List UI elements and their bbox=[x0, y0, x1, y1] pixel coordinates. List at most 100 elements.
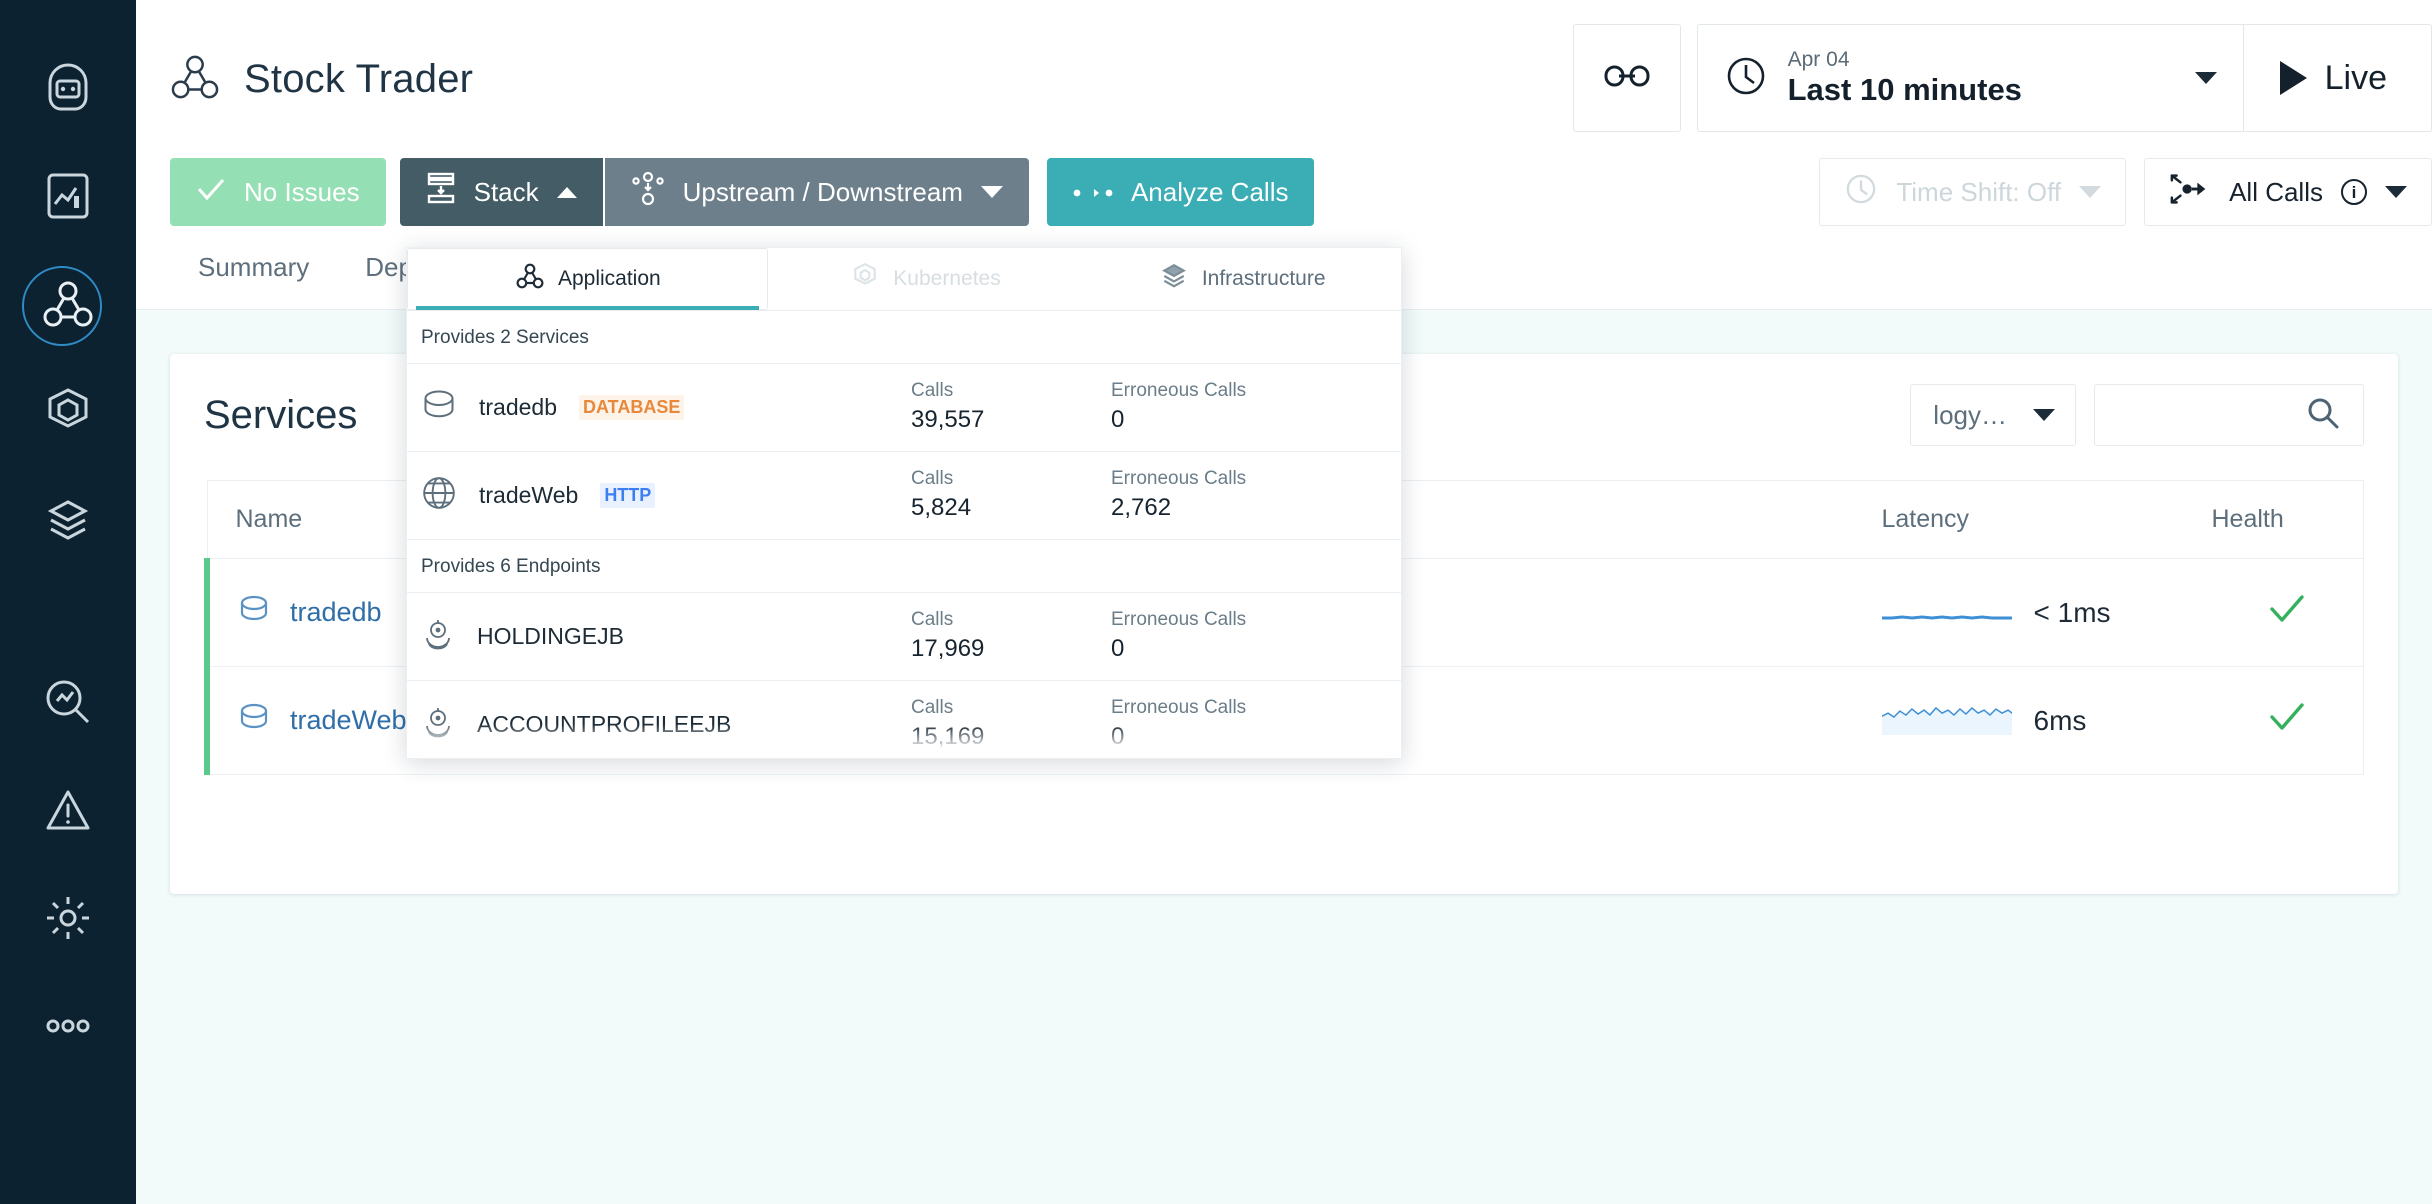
sidebar-item-more[interactable] bbox=[0, 972, 136, 1080]
toolbar: No Issues Stack Upstream / Downstream An… bbox=[136, 158, 2432, 226]
app-root: Stock Trader Apr 04 Last 10 minutes Live… bbox=[0, 0, 2432, 1204]
tab-summary[interactable]: Summary bbox=[170, 252, 337, 283]
more-options-icon bbox=[42, 1014, 94, 1038]
technology-filter-label: logy… bbox=[1933, 399, 2007, 430]
time-range-selector[interactable]: Apr 04 Last 10 minutes bbox=[1698, 25, 2243, 131]
latency-value: 6ms bbox=[2033, 704, 2087, 736]
sidebar-item-kubernetes[interactable] bbox=[0, 358, 136, 466]
application-perspective-icon bbox=[170, 54, 220, 105]
live-label: Live bbox=[2324, 58, 2387, 97]
no-issues-label: No Issues bbox=[244, 176, 360, 207]
chevron-down-icon bbox=[2079, 186, 2102, 198]
list-item[interactable]: tradedb DATABASE Calls 39,557 Erroneous … bbox=[407, 364, 1401, 452]
erroneous-calls-metric: Erroneous Calls 2,762 bbox=[1111, 466, 1311, 524]
tab-application[interactable]: Application bbox=[407, 248, 768, 310]
stack-panel-tabs: Application Kubernetes Infrastructure bbox=[407, 248, 1401, 311]
services-search-input[interactable] bbox=[2094, 384, 2364, 446]
erroneous-calls-label: Erroneous Calls bbox=[1111, 697, 1247, 719]
endpoints-section-heading: Provides 6 Endpoints bbox=[407, 540, 1401, 593]
analytics-search-icon bbox=[43, 677, 93, 727]
header-controls: Apr 04 Last 10 minutes Live bbox=[1572, 24, 2432, 132]
calls-label: Calls bbox=[911, 609, 954, 631]
technology-filter-select[interactable]: logy… bbox=[1910, 384, 2076, 446]
item-label: tradeWeb bbox=[479, 482, 579, 508]
service-latency-cell: < 1ms bbox=[1853, 558, 2184, 667]
topology-icon bbox=[631, 171, 665, 214]
erroneous-calls-value: 0 bbox=[1111, 635, 1125, 663]
sidebar-item-assistant[interactable] bbox=[0, 34, 136, 142]
time-range-date: Apr 04 bbox=[1787, 48, 1850, 72]
latency-group: < 1ms bbox=[1881, 587, 2184, 638]
check-icon bbox=[196, 176, 226, 209]
list-item[interactable]: tradeWeb HTTP Calls 5,824 Erroneous Call… bbox=[407, 452, 1401, 540]
chevron-up-icon bbox=[556, 186, 577, 198]
upstream-downstream-button[interactable]: Upstream / Downstream bbox=[604, 158, 1029, 226]
latency-group: 6ms bbox=[1880, 695, 2184, 746]
check-icon bbox=[2268, 595, 2306, 631]
calls-metric: Calls 17,969 bbox=[911, 607, 1111, 665]
clock-icon bbox=[1844, 172, 1878, 213]
toolbar-right-controls: Time Shift: Off All Calls i bbox=[1819, 158, 2432, 226]
column-latency[interactable]: Latency bbox=[1853, 480, 2184, 559]
calls-value: 39,557 bbox=[911, 406, 985, 434]
erroneous-calls-value: 2,762 bbox=[1111, 494, 1172, 522]
services-card-tools: logy… bbox=[1910, 384, 2364, 446]
calls-value: 17,969 bbox=[911, 635, 985, 663]
all-calls-button[interactable]: All Calls i bbox=[2144, 158, 2432, 226]
database-icon bbox=[238, 702, 270, 739]
live-button[interactable]: Live bbox=[2242, 25, 2431, 131]
page-title-group: Stock Trader bbox=[170, 54, 473, 105]
calls-icon bbox=[1073, 177, 1113, 208]
applications-icon bbox=[42, 280, 94, 328]
stack-button[interactable]: Stack bbox=[399, 158, 603, 226]
latency-sparkline bbox=[1880, 695, 2013, 746]
stack-panel-body[interactable]: Provides 2 Services tradedb DATABASE Cal… bbox=[407, 311, 1401, 758]
left-nav-rail bbox=[0, 0, 136, 1204]
sidebar-item-analytics[interactable] bbox=[0, 648, 136, 756]
item-name-group: tradeWeb HTTP bbox=[421, 475, 911, 516]
all-calls-icon bbox=[2169, 172, 2211, 213]
globe-icon bbox=[421, 475, 457, 516]
share-link-button[interactable] bbox=[1572, 24, 1681, 132]
stack-dropdown-panel: Application Kubernetes Infrastructure Pr… bbox=[406, 247, 1402, 759]
database-icon bbox=[238, 594, 270, 631]
service-latency-cell: 6ms bbox=[1853, 666, 2184, 775]
calls-label: Calls bbox=[911, 380, 954, 402]
erroneous-calls-label: Erroneous Calls bbox=[1111, 468, 1247, 490]
info-icon[interactable]: i bbox=[2341, 179, 2367, 205]
kubernetes-icon bbox=[851, 262, 879, 296]
sidebar-item-settings[interactable] bbox=[0, 864, 136, 972]
tab-kubernetes[interactable]: Kubernetes bbox=[768, 248, 1085, 310]
time-shift-button[interactable]: Time Shift: Off bbox=[1819, 158, 2127, 226]
analyze-calls-label: Analyze Calls bbox=[1130, 176, 1289, 207]
sidebar-item-events[interactable] bbox=[0, 756, 136, 864]
no-issues-badge[interactable]: No Issues bbox=[170, 158, 386, 226]
stack-icon bbox=[426, 172, 456, 213]
erroneous-calls-label: Erroneous Calls bbox=[1111, 380, 1247, 402]
sidebar-item-dashboards[interactable] bbox=[0, 142, 136, 250]
time-range-control: Apr 04 Last 10 minutes Live bbox=[1696, 24, 2432, 132]
stack-label: Stack bbox=[473, 176, 539, 207]
time-shift-label: Time Shift: Off bbox=[1896, 176, 2062, 207]
sidebar-item-applications[interactable] bbox=[0, 250, 136, 358]
service-health-cell bbox=[2183, 558, 2364, 667]
page-title: Stock Trader bbox=[244, 56, 474, 101]
endpoint-icon bbox=[421, 617, 455, 656]
sidebar-item-infrastructure[interactable] bbox=[0, 466, 136, 574]
item-type-tag: HTTP bbox=[600, 483, 656, 508]
robot-assistant-icon bbox=[43, 61, 93, 115]
tab-application-label: Application bbox=[557, 267, 661, 290]
analyze-calls-button[interactable]: Analyze Calls bbox=[1046, 158, 1315, 226]
column-health[interactable]: Health bbox=[2183, 480, 2364, 559]
infrastructure-icon bbox=[42, 494, 94, 546]
item-name-group: tradedb DATABASE bbox=[421, 388, 911, 427]
erroneous-calls-metric: Erroneous Calls 0 bbox=[1111, 378, 1311, 436]
item-type-tag: DATABASE bbox=[579, 395, 685, 420]
search-icon bbox=[2305, 395, 2341, 436]
service-name-label: tradedb bbox=[290, 597, 382, 627]
tab-infrastructure-label: Infrastructure bbox=[1201, 267, 1326, 290]
tab-kubernetes-label: Kubernetes bbox=[893, 267, 1001, 290]
list-item[interactable]: HOLDINGEJB Calls 17,969 Erroneous Calls … bbox=[407, 593, 1401, 681]
service-name-label: tradeWeb bbox=[290, 705, 407, 735]
tab-infrastructure[interactable]: Infrastructure bbox=[1084, 248, 1401, 310]
